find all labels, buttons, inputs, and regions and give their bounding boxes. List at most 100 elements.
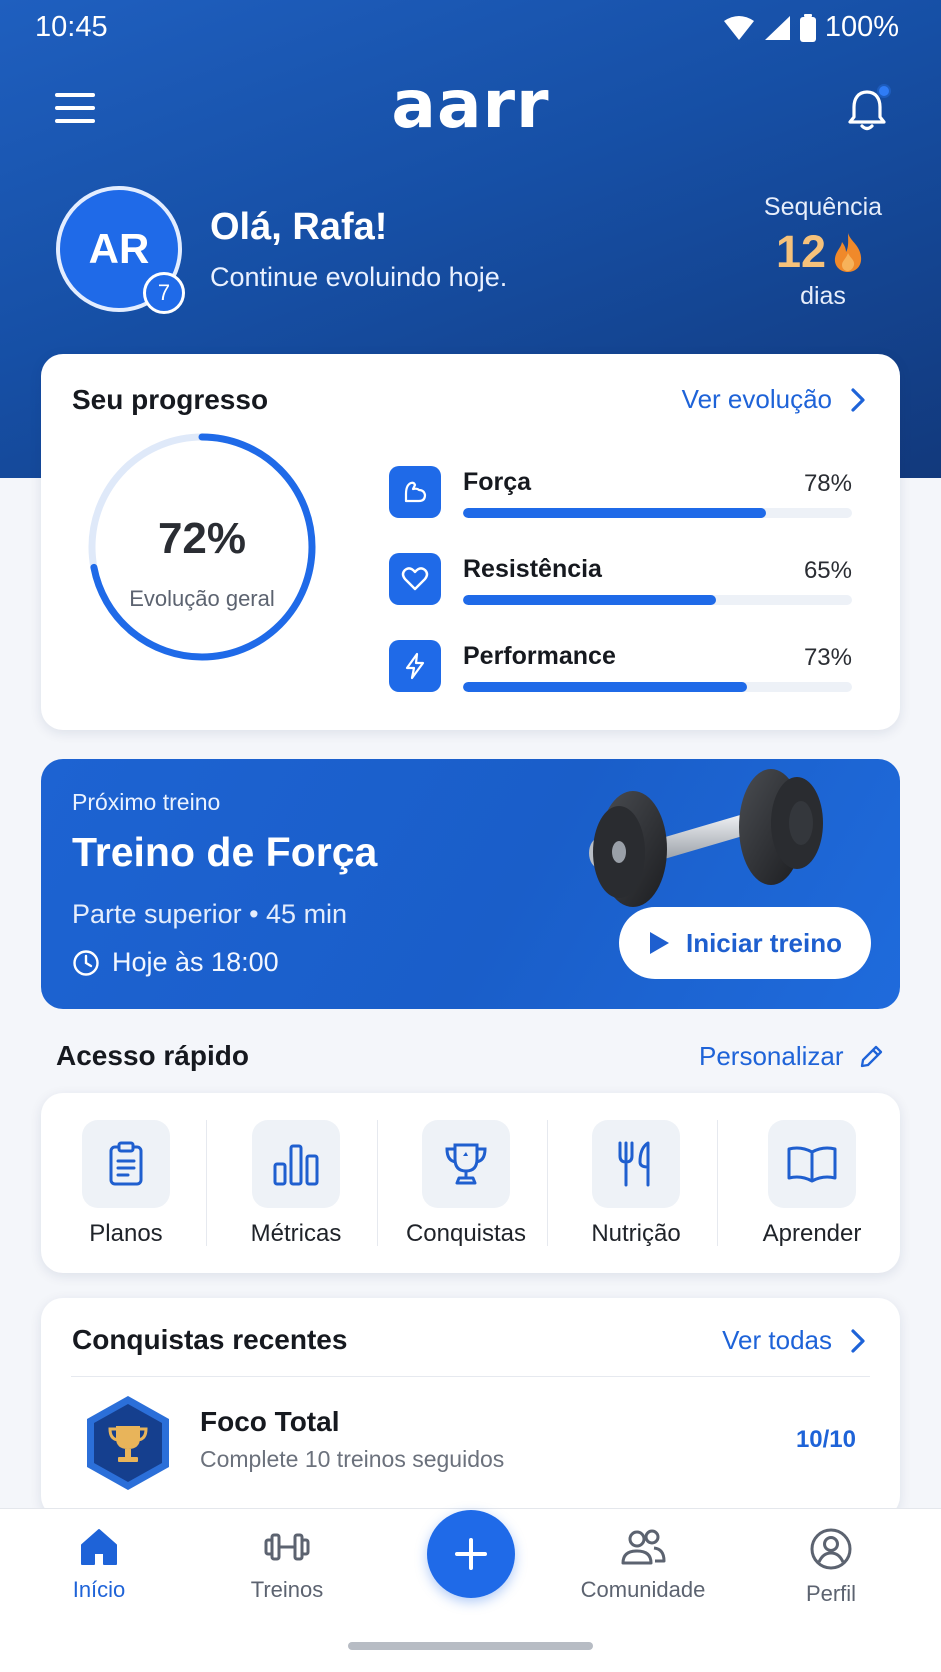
flame-icon <box>834 233 862 272</box>
next-workout-time: Hoje às 18:00 <box>72 947 279 978</box>
start-workout-button[interactable]: Iniciar treino <box>619 907 871 979</box>
nav-label: Início <box>72 1577 126 1602</box>
app-logo: aarr <box>391 66 550 143</box>
bar-chart-icon <box>252 1120 340 1208</box>
next-workout-meta: Parte superior • 45 min <box>72 899 348 929</box>
next-workout-label: Próximo treino <box>72 789 221 815</box>
notification-dot <box>877 84 891 98</box>
avatar-initials: AR <box>88 225 150 272</box>
chevron-right-icon <box>851 1328 865 1353</box>
play-icon <box>649 932 669 954</box>
metric-name: Performance <box>463 642 616 670</box>
overall-progress-label: Evolução geral <box>129 586 275 611</box>
metric-percent: 65% <box>803 557 852 584</box>
achievement-name: Foco Total <box>200 1406 340 1437</box>
battery-icon <box>799 13 816 42</box>
divider <box>206 1120 207 1246</box>
start-workout-label: Iniciar treino <box>685 927 843 958</box>
home-icon <box>81 1529 117 1565</box>
divider <box>71 1376 870 1377</box>
quick-access-title: Acesso rápido <box>56 1040 249 1071</box>
metric-percent: 78% <box>803 470 852 497</box>
nav-label: Treinos <box>250 1577 324 1602</box>
quick-item-plans[interactable]: Planos <box>41 1093 211 1273</box>
status-time: 10:45 <box>35 11 108 43</box>
status-indicators: 100% <box>723 11 899 44</box>
greeting-title: Olá, Rafa! <box>210 206 388 248</box>
quick-access-card: Planos Métricas Conquistas Nutrição Apre… <box>41 1093 900 1273</box>
wifi-icon <box>723 15 754 40</box>
lightning-icon <box>389 640 441 692</box>
pencil-icon <box>860 1045 882 1067</box>
quick-item-nutrition[interactable]: Nutrição <box>551 1093 721 1273</box>
customize-label: Personalizar <box>699 1041 844 1071</box>
metric-percent: 73% <box>803 644 852 671</box>
see-all-label: Ver todas <box>722 1325 832 1355</box>
chevron-right-icon <box>851 387 865 412</box>
divider <box>377 1120 378 1246</box>
muscle-icon <box>389 466 441 518</box>
nav-item-community[interactable]: Comunidade <box>558 1527 728 1603</box>
quick-item-label: Métricas <box>250 1220 342 1247</box>
customize-link[interactable]: Personalizar <box>699 1041 884 1072</box>
overall-progress-value: 72% <box>157 514 247 563</box>
metric-bar <box>463 595 852 605</box>
achievement-count: 10/10 <box>795 1426 856 1453</box>
metric-bar-fill <box>463 682 747 692</box>
progress-card: Seu progresso Ver evolução 72% Evolução … <box>41 354 900 730</box>
next-workout-title: Treino de Força <box>72 829 378 875</box>
quick-item-learn[interactable]: Aprender <box>721 1093 903 1273</box>
trophy-badge-icon <box>87 1396 169 1490</box>
recent-achievements-title: Conquistas recentes <box>72 1324 348 1355</box>
metric-bar-fill <box>463 508 767 518</box>
heart-icon <box>389 553 441 605</box>
book-icon <box>768 1120 856 1208</box>
streak-label: Sequência <box>763 193 883 221</box>
plus-icon <box>455 1538 487 1570</box>
achievement-description: Complete 10 treinos seguidos <box>200 1446 505 1472</box>
signal-icon <box>764 15 790 40</box>
progress-title: Seu progresso <box>72 384 269 415</box>
level-badge: 7 <box>143 272 185 314</box>
see-evolution-link[interactable]: Ver evolução <box>682 384 866 415</box>
home-indicator[interactable] <box>348 1642 593 1650</box>
quick-item-label: Nutrição <box>591 1220 681 1247</box>
divider <box>547 1120 548 1246</box>
status-bar: 10:45 100% <box>0 0 941 56</box>
streak-unit: dias <box>800 282 846 310</box>
see-all-link[interactable]: Ver todas <box>722 1325 866 1356</box>
community-icon <box>621 1529 666 1565</box>
quick-item-label: Aprender <box>762 1220 862 1247</box>
nav-item-home[interactable]: Início <box>14 1527 184 1603</box>
divider <box>717 1120 718 1246</box>
add-button[interactable] <box>427 1510 515 1598</box>
quick-item-achievements[interactable]: Conquistas <box>381 1093 551 1273</box>
greeting-subtitle: Continue evoluindo hoje. <box>210 262 508 292</box>
battery-level: 100% <box>824 11 899 43</box>
recent-achievements-card: Conquistas recentes Ver todas Foco Total… <box>41 1298 900 1518</box>
trophy-icon <box>422 1120 510 1208</box>
see-evolution-label: Ver evolução <box>681 384 832 414</box>
clock-icon <box>73 949 99 976</box>
streak-value: 12 <box>775 226 827 277</box>
quick-item-metrics[interactable]: Métricas <box>211 1093 381 1273</box>
profile-icon <box>810 1528 852 1570</box>
metric-name: Força <box>463 468 532 496</box>
nav-item-workouts[interactable]: Treinos <box>202 1527 372 1603</box>
nav-label: Perfil <box>805 1581 857 1606</box>
dumbbell-icon <box>264 1533 310 1561</box>
clipboard-icon <box>82 1120 170 1208</box>
nav-item-profile[interactable]: Perfil <box>746 1527 916 1607</box>
quick-item-label: Planos <box>89 1220 163 1247</box>
metric-bar <box>463 508 852 518</box>
nav-label: Comunidade <box>580 1577 706 1602</box>
streak-counter: 12 <box>766 226 876 278</box>
metric-bar <box>463 682 852 692</box>
dumbbell-illustration <box>589 769 823 907</box>
quick-item-label: Conquistas <box>405 1220 527 1247</box>
utensils-icon <box>592 1120 680 1208</box>
metric-bar-fill <box>463 595 716 605</box>
next-workout-card[interactable]: Próximo treino Treino de Força Parte sup… <box>41 759 900 1009</box>
metric-name: Resistência <box>463 555 602 583</box>
next-workout-time-text: Hoje às 18:00 <box>112 947 279 977</box>
